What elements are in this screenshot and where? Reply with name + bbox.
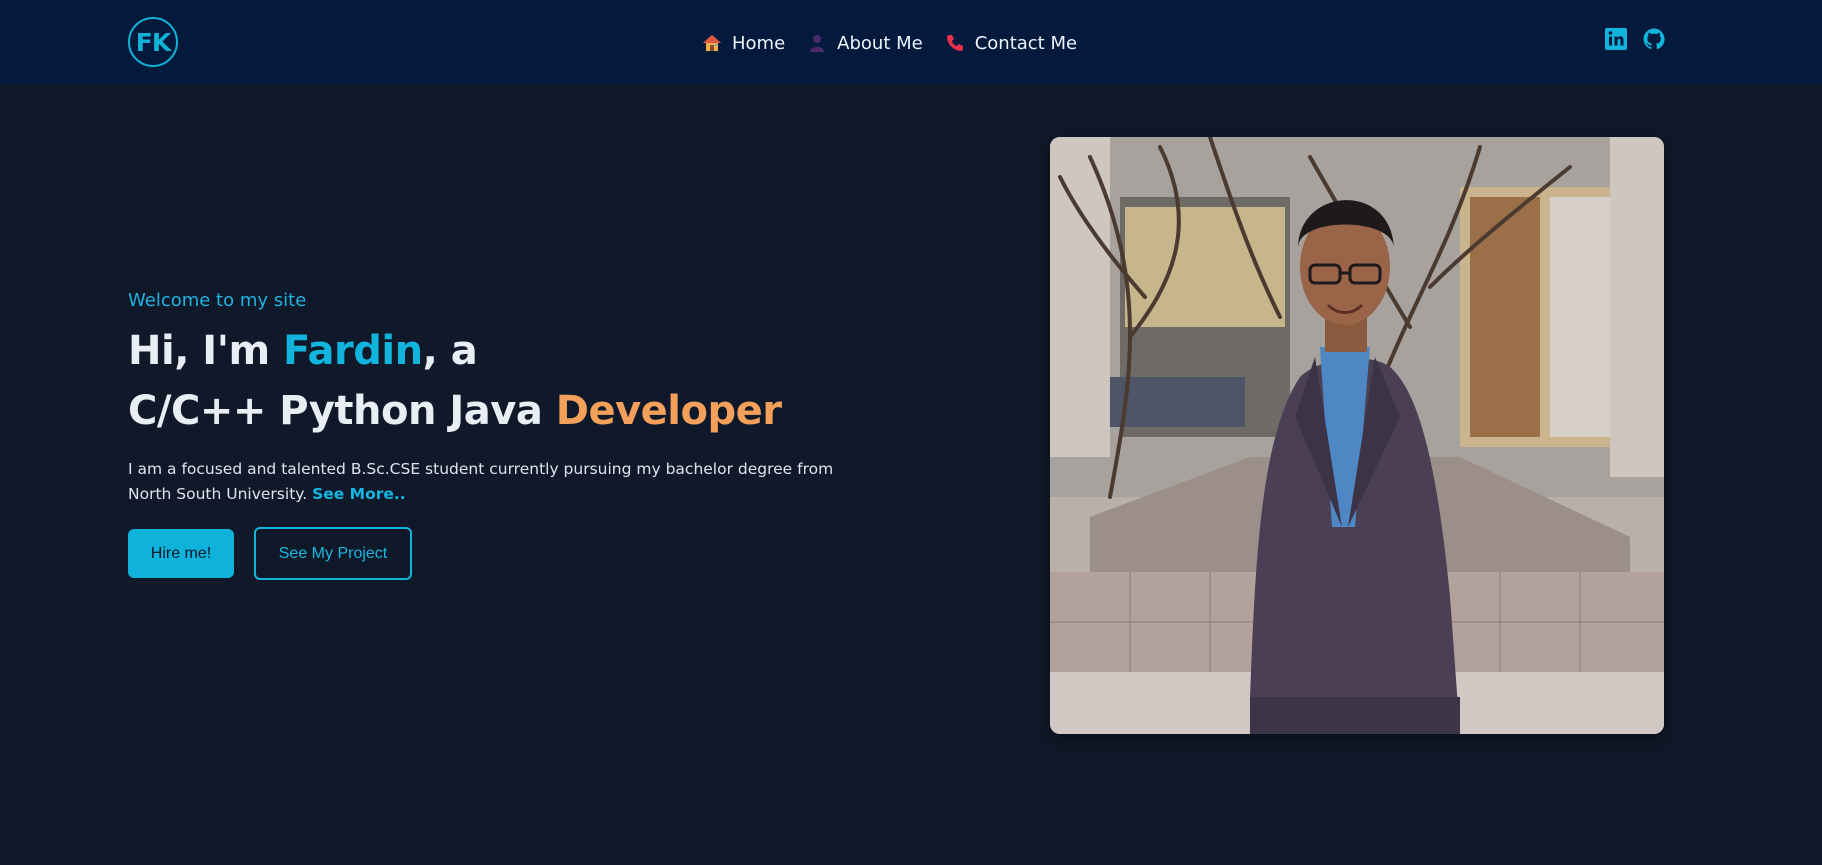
main-menu: Home About Me Contact Me	[702, 29, 1077, 57]
logo[interactable]: FK	[128, 17, 178, 67]
person-icon	[810, 35, 825, 52]
nav-item-label: About Me	[837, 32, 923, 54]
hero-buttons: Hire me! See My Project	[128, 527, 888, 580]
title-suffix: , a	[422, 328, 478, 374]
nav-item-about[interactable]: About Me	[807, 33, 923, 54]
nav-item-label: Contact Me	[974, 32, 1078, 54]
nav-item-label: Home	[732, 32, 786, 54]
phone-icon	[946, 35, 963, 51]
title-name: Fardin	[283, 328, 423, 374]
welcome-text: Welcome to my site	[128, 290, 307, 311]
hero-section: Welcome to my site Hi, I'm Fardin, a C/C…	[128, 290, 888, 580]
top-navbar: FK Home About Me Contact Me	[0, 0, 1822, 85]
house-icon	[703, 35, 721, 51]
hire-me-button[interactable]: Hire me!	[128, 529, 234, 578]
title-prefix: Hi, I'm	[128, 328, 284, 374]
title-skills: C/C++ Python Java	[128, 388, 556, 434]
social-links	[1604, 27, 1666, 51]
nav-item-home[interactable]: Home	[702, 33, 785, 54]
github-icon[interactable]	[1642, 27, 1666, 51]
nav-item-contact[interactable]: Contact Me	[945, 33, 1077, 54]
hero-title: Hi, I'm Fardin, a C/C++ Python Java Deve…	[128, 321, 888, 441]
title-role: Developer	[555, 388, 782, 434]
hero-description: I am a focused and talented B.Sc.CSE stu…	[128, 457, 868, 507]
linkedin-icon[interactable]	[1604, 27, 1628, 51]
description-text: I am a focused and talented B.Sc.CSE stu…	[128, 460, 834, 503]
profile-photo	[1050, 137, 1664, 734]
see-project-button[interactable]: See My Project	[254, 527, 412, 580]
see-more-link[interactable]: See More..	[312, 485, 406, 503]
logo-text: FK	[135, 27, 171, 57]
